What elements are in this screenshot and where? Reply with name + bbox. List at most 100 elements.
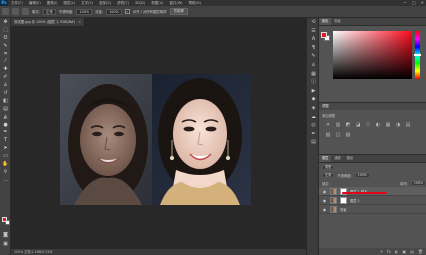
- new-layer-icon[interactable]: ▤: [410, 248, 414, 255]
- history-panel-icon[interactable]: ⟲: [310, 19, 317, 25]
- brightness-icon[interactable]: ☀: [325, 122, 331, 128]
- visibility-eye-icon[interactable]: ◉: [322, 205, 327, 214]
- blend-mode-select[interactable]: 正常: [322, 172, 335, 178]
- brush-panel-icon[interactable]: ✎: [310, 53, 317, 59]
- black-white-icon[interactable]: ◑: [395, 122, 401, 128]
- marquee-tool-icon[interactable]: ⬚: [2, 27, 9, 33]
- document-tab[interactable]: 测试图.jpg @ 100% (图层 1, RGB/8#) ×: [11, 18, 85, 26]
- close-tab-icon[interactable]: ×: [78, 20, 81, 24]
- gradient-map-icon[interactable]: ▨: [345, 132, 351, 138]
- path-select-tool-icon[interactable]: ➤: [2, 145, 9, 151]
- quick-mask-icon[interactable]: ◙: [2, 232, 9, 238]
- exposure-icon[interactable]: ◪: [355, 122, 361, 128]
- opacity-field[interactable]: 100%: [76, 8, 93, 15]
- eraser-tool-icon[interactable]: ◧: [2, 98, 9, 104]
- channels-panel-icon[interactable]: ◎: [310, 122, 317, 128]
- home-icon[interactable]: [2, 8, 9, 15]
- menu-file[interactable]: 文件(F): [8, 1, 26, 6]
- lasso-tool-icon[interactable]: ʘ: [2, 35, 9, 41]
- brush-tool-icon[interactable]: ✐: [2, 74, 9, 80]
- properties-panel-icon[interactable]: ☰: [310, 28, 317, 34]
- clone-stamp-tool-icon[interactable]: ♙: [2, 82, 9, 88]
- new-group-icon[interactable]: ▣: [402, 248, 406, 255]
- info-panel-icon[interactable]: ⓘ: [310, 79, 317, 85]
- history-brush-tool-icon[interactable]: ↺: [2, 90, 9, 96]
- mode-select[interactable]: 正常: [42, 8, 56, 15]
- tab-swatches[interactable]: 色板: [331, 18, 343, 25]
- layer-style-icon[interactable]: fx: [387, 248, 391, 255]
- link-layers-icon[interactable]: ⚭: [380, 248, 383, 255]
- menu-view[interactable]: 视图(V): [148, 1, 166, 6]
- hue-slider-handle[interactable]: [414, 54, 421, 56]
- image-canvas[interactable]: [60, 74, 251, 205]
- curves-icon[interactable]: ◩: [345, 122, 351, 128]
- navigator-panel-icon[interactable]: ◈: [310, 105, 317, 111]
- delete-layer-icon[interactable]: 🗑: [418, 248, 423, 255]
- actions-panel-icon[interactable]: ▶: [310, 88, 317, 94]
- swatch-panel-icon[interactable]: ▦: [310, 71, 317, 77]
- photo-filter-icon[interactable]: ▤: [405, 122, 411, 128]
- zoom-tool-icon[interactable]: ⚲: [2, 169, 9, 175]
- paths-panel-icon[interactable]: ✒: [310, 131, 317, 137]
- hue-saturation-icon[interactable]: ◐: [375, 122, 381, 128]
- layer-row[interactable]: ◉ 图层 1: [319, 196, 426, 205]
- tab-layers[interactable]: 图层: [319, 155, 332, 162]
- hand-tool-icon[interactable]: ✋: [2, 161, 9, 167]
- channel-mixer-icon[interactable]: ▧: [325, 132, 331, 138]
- visibility-eye-icon[interactable]: ◉: [322, 196, 327, 205]
- libraries-panel-icon[interactable]: ☁: [310, 114, 317, 120]
- color-lookup-icon[interactable]: ◫: [335, 132, 341, 138]
- panel-foreground-swatch[interactable]: [321, 32, 327, 38]
- flow-field[interactable]: 100%: [106, 8, 122, 15]
- move-tool-icon[interactable]: ✥: [2, 19, 9, 25]
- menu-image[interactable]: 图像(I): [44, 1, 61, 6]
- screen-mode-icon[interactable]: ▣: [2, 241, 9, 247]
- tab-paths[interactable]: 路径: [344, 155, 356, 162]
- character-panel-icon[interactable]: A: [310, 36, 317, 42]
- quick-select-tool-icon[interactable]: ✎: [2, 43, 9, 49]
- menu-help[interactable]: 帮助(H): [186, 1, 204, 6]
- vibrance-icon[interactable]: ▽: [365, 122, 371, 128]
- foreground-color-swatch[interactable]: [2, 217, 7, 222]
- styles-panel-icon[interactable]: ◆: [310, 96, 317, 102]
- menu-filter[interactable]: 滤镜(T): [114, 1, 132, 6]
- menu-3d[interactable]: 3D(D): [132, 1, 148, 5]
- clone-source-button[interactable]: 仿制源: [169, 8, 188, 15]
- menu-layer[interactable]: 图层(L): [60, 1, 78, 6]
- layer-kind-filter[interactable]: 类型: [322, 164, 335, 170]
- brush-preset-icon[interactable]: [22, 8, 29, 15]
- aligned-checkbox[interactable]: ✓: [124, 9, 130, 14]
- layers-panel-icon[interactable]: ▤: [310, 139, 317, 145]
- blur-tool-icon[interactable]: ◭: [2, 114, 9, 120]
- eyedropper-tool-icon[interactable]: ⁄: [2, 58, 9, 64]
- type-tool-icon[interactable]: T: [2, 137, 9, 143]
- tab-color[interactable]: 颜色: [319, 18, 332, 25]
- gradient-tool-icon[interactable]: ▤: [2, 106, 9, 112]
- visibility-eye-icon[interactable]: ◉: [322, 187, 327, 196]
- dodge-tool-icon[interactable]: ●: [2, 122, 9, 128]
- layer-row[interactable]: ◉ 背景: [319, 205, 426, 214]
- fill-field[interactable]: 100%: [410, 180, 426, 186]
- clone-stamp-icon[interactable]: [12, 8, 19, 15]
- layer-mask-thumbnail[interactable]: [340, 196, 347, 204]
- paragraph-panel-icon[interactable]: ¶: [310, 45, 317, 51]
- clone-source-panel-icon[interactable]: ♙: [310, 62, 317, 68]
- pen-tool-icon[interactable]: ✒: [2, 129, 9, 135]
- menu-type[interactable]: 文字(Y): [78, 1, 96, 6]
- add-mask-icon[interactable]: ◐: [395, 248, 399, 255]
- menu-edit[interactable]: 编辑(E): [26, 1, 44, 6]
- more-tools-icon[interactable]: …: [2, 177, 9, 183]
- crop-tool-icon[interactable]: ⌗: [2, 51, 9, 57]
- menu-select[interactable]: 选择(S): [96, 1, 114, 6]
- levels-icon[interactable]: ▥: [335, 122, 341, 128]
- adjustments-title[interactable]: 调整: [319, 103, 426, 110]
- layer-opacity-field[interactable]: 100%: [354, 172, 370, 178]
- shape-tool-icon[interactable]: ▭: [2, 153, 9, 159]
- color-balance-icon[interactable]: ▦: [385, 122, 391, 128]
- menu-window[interactable]: 窗口(W): [166, 1, 185, 6]
- tab-channels[interactable]: 通道: [331, 155, 343, 162]
- color-swatches[interactable]: [2, 217, 10, 226]
- color-picker-field[interactable]: [333, 31, 412, 79]
- panel-color-swatches[interactable]: [321, 32, 330, 41]
- healing-tool-icon[interactable]: ✚: [2, 66, 9, 72]
